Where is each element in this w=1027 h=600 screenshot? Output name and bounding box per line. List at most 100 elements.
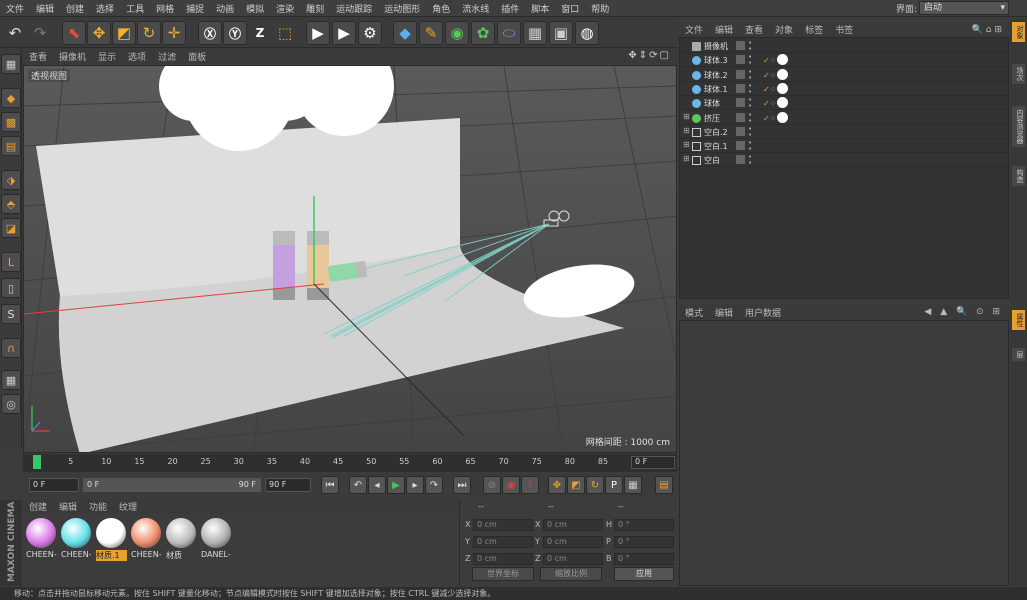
snap-icon[interactable]: S	[1, 304, 21, 324]
attr-menu-edit[interactable]: 编辑	[709, 306, 739, 319]
subdivision-icon[interactable]: ◉	[445, 21, 469, 45]
menu-item-8[interactable]: 模拟	[240, 2, 270, 15]
visibility-dots-icon[interactable]: • •	[748, 140, 752, 153]
om-menu-item[interactable]: 查看	[739, 23, 769, 36]
menu-item-9[interactable]: 渲染	[270, 2, 300, 15]
lock-workplane-icon[interactable]: ▦	[1, 370, 21, 390]
play-icon[interactable]: ▶	[387, 476, 405, 494]
object-row[interactable]: 摄像机 • •	[680, 39, 1008, 53]
z-axis-lock-icon[interactable]: Z	[248, 21, 272, 45]
material-swatch[interactable]: CHEEN-	[61, 518, 92, 559]
recent-tool-icon[interactable]: ✛	[162, 21, 186, 45]
start-frame-field[interactable]: 0 F	[29, 478, 79, 492]
magnet-icon[interactable]: ∩	[1, 338, 21, 358]
scale-dropdown[interactable]: 缩放比例	[540, 567, 602, 581]
polygons-mode-icon[interactable]: ◪	[1, 218, 21, 238]
coordinate-system-icon[interactable]: ⬚	[273, 21, 297, 45]
layer-swatch[interactable]	[736, 141, 745, 151]
floor-icon[interactable]: ▦	[523, 21, 547, 45]
expand-icon[interactable]: ⊞	[683, 112, 690, 121]
expand-icon[interactable]: ⊞	[683, 140, 690, 149]
material-swatch[interactable]: DANEL-	[201, 518, 232, 559]
render-picture-viewer-icon[interactable]: ▶	[332, 21, 356, 45]
cloner-icon[interactable]: ✿	[471, 21, 495, 45]
layer-swatch[interactable]	[736, 55, 745, 65]
points-mode-icon[interactable]: ⬗	[1, 170, 21, 190]
select-tool-icon[interactable]: ⬉	[62, 21, 86, 45]
viewport-nav-icons[interactable]: ✥⇕⟳▢	[628, 50, 671, 61]
attr-menu-mode[interactable]: 模式	[679, 306, 709, 319]
scale-tool-icon[interactable]: ◩	[112, 21, 136, 45]
material-tag-icon[interactable]	[777, 68, 788, 80]
coord-y-field[interactable]: 0 cm	[473, 536, 533, 548]
visibility-dots-icon[interactable]: • •	[748, 125, 752, 138]
axis-mode-icon[interactable]: L	[1, 252, 21, 272]
right-tab[interactable]: 构造	[1012, 166, 1025, 186]
rotate-tool-icon[interactable]: ↻	[137, 21, 161, 45]
object-row[interactable]: 空白.1 • • ⊞	[680, 139, 1008, 154]
coord-sz-field[interactable]: 0 cm	[543, 553, 603, 565]
material-menu-create[interactable]: 创建	[23, 500, 53, 513]
viewport-menu-camera[interactable]: 摄像机	[53, 50, 92, 63]
object-name[interactable]: 挤压	[704, 113, 720, 124]
layer-swatch[interactable]	[736, 126, 745, 136]
menu-item-12[interactable]: 运动图形	[378, 2, 426, 15]
expand-icon[interactable]: ⊞	[683, 126, 690, 135]
material-tag-icon[interactable]	[777, 82, 788, 94]
layer-swatch[interactable]	[736, 69, 745, 79]
key-rotation-icon[interactable]: ↻	[586, 476, 604, 494]
perspective-viewport[interactable]: 透视视图 网格间距 : 1000 cm	[23, 65, 677, 453]
key-pla-icon[interactable]: ▦	[624, 476, 642, 494]
visibility-dots-icon[interactable]: • •	[748, 82, 752, 95]
om-menu-item[interactable]: 对象	[769, 23, 799, 36]
coord-z-field[interactable]: 0 cm	[473, 553, 533, 565]
prev-frame-icon[interactable]: ◂	[368, 476, 386, 494]
right-tab[interactable]: 场次	[1012, 64, 1025, 84]
make-editable-icon[interactable]: ▦	[1, 54, 21, 74]
go-to-start-icon[interactable]: ⏮	[321, 476, 339, 494]
material-swatch[interactable]: 材质	[166, 518, 197, 561]
visibility-dots-icon[interactable]: • •	[748, 54, 752, 67]
menu-item-10[interactable]: 雕刻	[300, 2, 330, 15]
coord-b-field[interactable]: 0 °	[614, 553, 674, 565]
menu-item-3[interactable]: 选择	[90, 2, 120, 15]
viewport-menu-panel[interactable]: 面板	[182, 50, 212, 63]
render-settings-icon[interactable]: ⚙	[358, 21, 382, 45]
menu-item-2[interactable]: 创建	[60, 2, 90, 15]
right-tab[interactable]: 属性	[1012, 310, 1025, 330]
visibility-dots-icon[interactable]: • •	[748, 40, 752, 53]
timeline-playhead[interactable]	[33, 455, 41, 469]
current-frame-field[interactable]: 0 F	[631, 456, 675, 469]
right-tab[interactable]: 对象	[1012, 22, 1025, 42]
world-coords-dropdown[interactable]: 世界坐标	[472, 567, 534, 581]
y-axis-lock-icon[interactable]: Ⓨ	[223, 21, 247, 45]
menu-item-7[interactable]: 动画	[210, 2, 240, 15]
timeline-ruler[interactable]: 051015202530354045505560657075808590 0 F	[23, 454, 677, 472]
render-view-icon[interactable]: ▶	[306, 21, 330, 45]
key-scale-icon[interactable]: ◩	[567, 476, 585, 494]
menu-item-6[interactable]: 捕捉	[180, 2, 210, 15]
object-row[interactable]: 挤压 • • ⊞ ✓⁘	[680, 111, 1008, 125]
menu-item-14[interactable]: 流水线	[456, 2, 495, 15]
visibility-dots-icon[interactable]: • •	[748, 97, 752, 110]
visibility-dots-icon[interactable]: • •	[748, 68, 752, 81]
viewport-menu-filter[interactable]: 过滤	[152, 50, 182, 63]
menu-item-1[interactable]: 编辑	[30, 2, 60, 15]
object-name[interactable]: 球体	[704, 98, 720, 109]
deformer-icon[interactable]: ⬭	[497, 21, 521, 45]
expand-icon[interactable]: ⊞	[683, 154, 690, 163]
visibility-dots-icon[interactable]: • •	[748, 111, 752, 124]
timeline-window-icon[interactable]: ▤	[655, 476, 673, 494]
material-tag-icon[interactable]	[777, 111, 788, 123]
edges-mode-icon[interactable]: ⬘	[1, 194, 21, 214]
om-menu-item[interactable]: 标签	[799, 23, 829, 36]
material-tag-icon[interactable]	[777, 97, 788, 109]
record-icon[interactable]: ◉	[502, 476, 520, 494]
right-tab[interactable]: 内容浏览器	[1012, 106, 1025, 147]
om-menu-item[interactable]: 书签	[829, 23, 859, 36]
object-name[interactable]: 空白.2	[704, 127, 728, 138]
om-menu-item[interactable]: 文件	[679, 23, 709, 36]
visibility-dots-icon[interactable]: • •	[748, 154, 752, 167]
workplane-icon[interactable]: ▤	[1, 136, 21, 156]
object-row[interactable]: 球体.2 • • ✓⁘	[680, 68, 1008, 82]
